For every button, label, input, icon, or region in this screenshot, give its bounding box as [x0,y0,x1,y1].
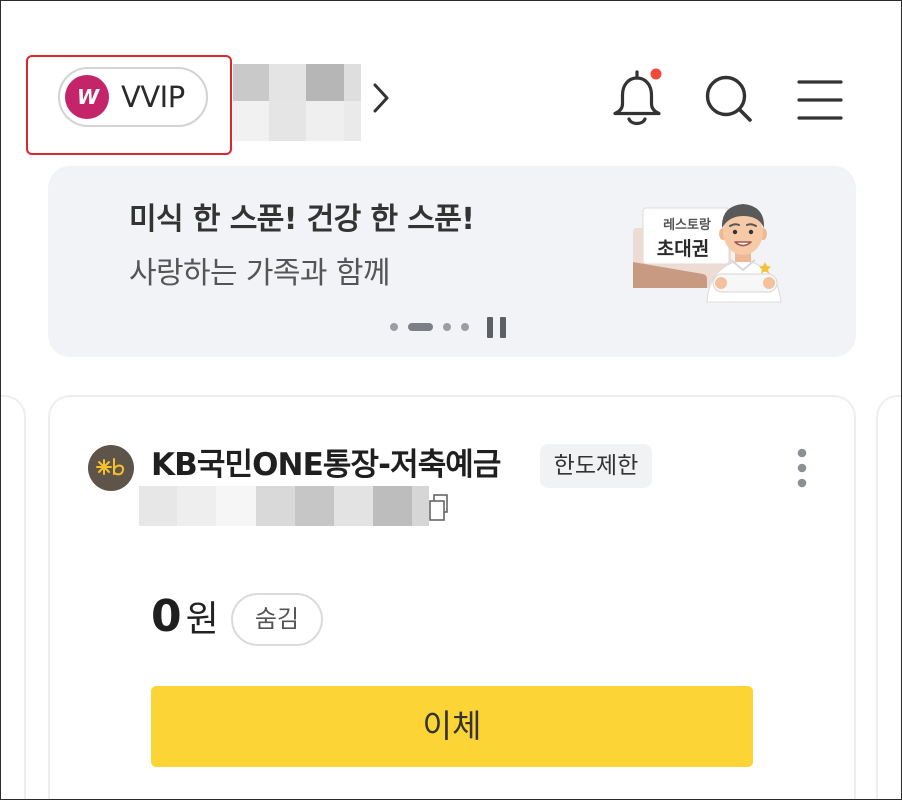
coupon-top-text: 레스토랑 [663,218,711,233]
coupon-main-text: 초대권 [657,238,709,260]
mosaic-cell [233,64,269,101]
mosaic-cell [269,64,306,101]
mosaic-cell [334,486,373,526]
app-screen: W VVIP 미식 한 스푼! 건강 한 스푼! 사랑하는 가족과 함께 레스토… [0,0,902,800]
banner-pagination [390,316,506,338]
pagination-dot [390,323,398,331]
pagination-dots [390,323,479,331]
redacted-account-number [139,486,429,526]
mosaic-cell [216,486,256,526]
mosaic-cell [139,486,177,526]
bell-icon[interactable] [609,65,667,129]
banner-subtitle: 사랑하는 가족과 함께 [129,256,390,291]
notification-dot [648,66,664,82]
profile-link[interactable] [233,64,393,141]
mosaic-cell [306,101,344,141]
highlight-box [26,55,232,155]
promo-banner[interactable]: 미식 한 스푼! 건강 한 스푼! 사랑하는 가족과 함께 레스토랑 초대권 [48,166,856,357]
copy-icon[interactable] [427,493,449,523]
mosaic-cell [306,64,344,101]
search-icon[interactable] [701,71,757,127]
banner-title: 미식 한 스푼! 건강 한 스푼! [129,202,475,237]
adjacent-account-card-right[interactable] [876,395,901,799]
pagination-dot-active [408,323,433,331]
mosaic-cell [269,101,306,141]
balance-amount: 0 [151,591,182,642]
mosaic-cell [256,486,295,526]
restaurant-coupon-illustration: 레스토랑 초대권 [633,204,782,303]
redacted-customer-name [233,64,361,141]
pause-bar [487,316,493,338]
mosaic-cell [295,486,334,526]
mosaic-cell [373,486,412,526]
mosaic-cell [344,64,361,101]
mosaic-cell [344,101,361,141]
pagination-dot [443,323,451,331]
adjacent-account-card-left[interactable] [1,395,26,799]
balance-unit: 원 [185,599,219,640]
mosaic-cell [233,101,269,141]
chevron-right-icon[interactable] [369,81,393,115]
account-name[interactable]: KB국민ONE통장-저축예금 [151,442,501,488]
limit-status-badge: 한도제한 [540,444,652,488]
menu-icon[interactable] [793,75,847,125]
balance: 0 원 [151,589,219,645]
pagination-dot [461,323,469,331]
kb-star-logo-icon [88,445,134,491]
more-options-icon[interactable] [790,444,814,492]
mosaic-cell [177,486,216,526]
transfer-button[interactable]: 이체 [151,686,753,767]
hide-balance-button[interactable]: 숨김 [231,593,323,646]
pause-icon[interactable] [487,316,506,338]
pause-bar [500,316,506,338]
account-card: KB국민ONE통장-저축예금 한도제한 0 원 숨김 이체 [48,395,856,799]
